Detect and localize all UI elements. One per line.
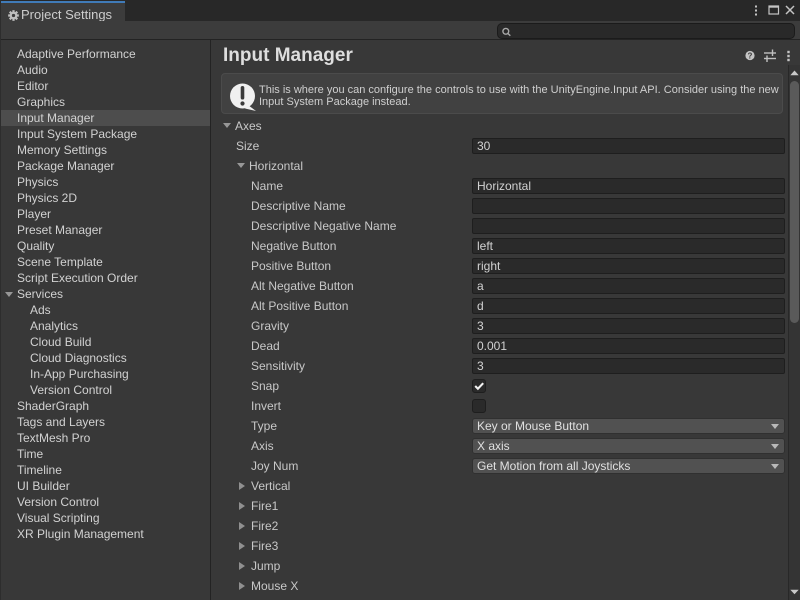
svg-text:?: ? — [748, 52, 753, 61]
